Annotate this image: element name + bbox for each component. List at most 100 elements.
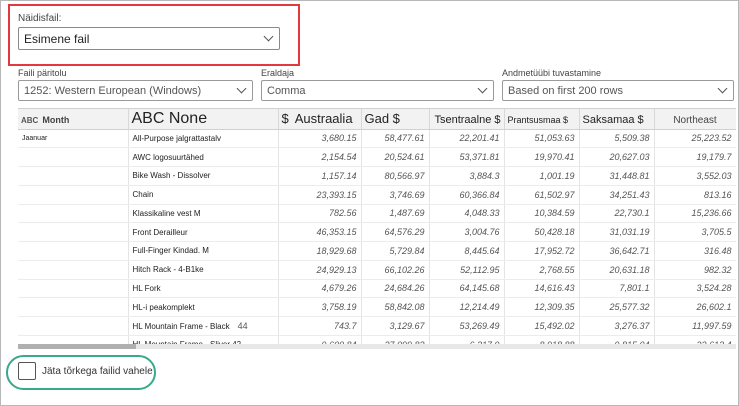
cell-value: 18,929.68 (278, 241, 362, 261)
cell-value: 37,099.83 (361, 335, 430, 344)
table-row: HL Fork 4,679.26 24,684.26 64,145.68 14,616.… (18, 279, 736, 299)
column-header-australia[interactable]: $ Austraalia (278, 109, 362, 130)
column-header-gad[interactable]: Gad $ (361, 109, 430, 130)
delimiter-dropdown[interactable]: Comma (261, 80, 494, 101)
cell-value: 12,309.35 (504, 297, 580, 317)
chevron-down-icon (717, 83, 728, 94)
cell-value: 3,004.76 (429, 222, 505, 242)
column-header-france[interactable]: Prantsusmaa $ (504, 109, 580, 130)
file-origin-label: Faili päritolu (18, 68, 67, 78)
cell-product: All-Purpose jalgrattastalv (128, 129, 279, 149)
skip-errors-checkbox[interactable] (18, 362, 36, 380)
cell-value: 3,129.67 (361, 316, 430, 336)
cell-value: 19,179.7 (654, 147, 736, 167)
cell-month (18, 316, 129, 336)
cell-value: 26,602.1 (654, 297, 736, 317)
cell-product: Front Derailleur (128, 222, 279, 242)
cell-value: 36,642.71 (579, 241, 655, 261)
column-header-none[interactable]: ABC None (128, 109, 279, 130)
cell-value: 782.56 (278, 204, 362, 224)
cell-month: Jaanuar (18, 129, 129, 149)
cell-product: Klassikaline vest M (128, 204, 279, 224)
currency-type-icon: $ (281, 110, 289, 126)
table-row: Full-Finger Kindad. M 18,929.68 5,729.84 8,… (18, 241, 736, 261)
cell-value: 31,448.81 (579, 166, 655, 186)
skip-errors-label: Jäta tõrkega failid vahele (42, 366, 153, 377)
data-preview-table[interactable]: ABC Month ABC None $ Austraalia Gad $ Tsen… (18, 108, 736, 344)
chevron-down-icon (236, 83, 247, 94)
cell-value: 14,616.43 (504, 279, 580, 299)
table-header-row: ABC Month ABC None $ Austraalia Gad $ Tsen… (18, 109, 736, 130)
chevron-down-icon (477, 83, 488, 94)
cell-month (18, 204, 129, 224)
cell-value: 20,627.03 (579, 147, 655, 167)
data-type-detection-label: Andmetüübi tuvastamine (502, 68, 602, 78)
cell-value: 34,251.43 (579, 185, 655, 205)
table-row: Front Derailleur 46,353.15 64,576.29 3,004.… (18, 222, 736, 242)
column-header-central[interactable]: Tsentraalne $ (429, 109, 505, 130)
cell-value: 2,768.55 (504, 260, 580, 280)
cell-product: HL-i peakomplekt (128, 297, 279, 317)
cell-month (18, 222, 129, 242)
delimiter-value: Comma (267, 85, 306, 97)
cell-value: 4,048.33 (429, 204, 505, 224)
file-origin-dropdown[interactable]: 1252: Western European (Windows) (18, 80, 253, 101)
horizontal-scrollbar[interactable] (18, 344, 736, 349)
cell-value: 982.32 (654, 260, 736, 280)
cell-product: Chain (128, 185, 279, 205)
cell-value: 15,236.66 (654, 204, 736, 224)
cell-value: 20,524.61 (361, 147, 430, 167)
column-header-month[interactable]: ABC Month (18, 109, 129, 130)
table-row: HL-i peakomplekt 3,758.19 58,842.08 12,214.… (18, 297, 736, 317)
cell-product: HL Mountain Frame - Black 44 (128, 316, 279, 336)
table-row: Bike Wash - Dissolver 1,157.14 80,566.97 3,… (18, 166, 736, 186)
cell-value: 7,801.1 (579, 279, 655, 299)
cell-value: 25,577.32 (579, 297, 655, 317)
cell-value: 17,952.72 (504, 241, 580, 261)
cell-product: HL Fork (128, 279, 279, 299)
file-origin-value: 1252: Western European (Windows) (24, 85, 202, 97)
cell-value: 5,509.38 (579, 129, 655, 149)
cell-value: 50,428.18 (504, 222, 580, 242)
cell-product: AWC logosuurtähed (128, 147, 279, 167)
cell-value: 22,730.1 (579, 204, 655, 224)
cell-value: 58,477.61 (361, 129, 430, 149)
scrollbar-thumb[interactable] (18, 344, 136, 349)
cell-value: 53,269.49 (429, 316, 505, 336)
cell-value: 25,223.52 (654, 129, 736, 149)
cell-month (18, 241, 129, 261)
cell-value: 12,214.49 (429, 297, 505, 317)
cell-value: 316.48 (654, 241, 736, 261)
text-type-icon: ABC (21, 115, 39, 125)
cell-value: 743.7 (278, 316, 362, 336)
cell-value: 66,102.26 (361, 260, 430, 280)
cell-value: 20,631.18 (579, 260, 655, 280)
cell-value: 61,502.97 (504, 185, 580, 205)
column-header-germany[interactable]: Saksamaa $ (579, 109, 655, 130)
cell-value: 3,758.19 (278, 297, 362, 317)
cell-value: 51,053.63 (504, 129, 580, 149)
cell-value: 1,487.69 (361, 204, 430, 224)
cell-value: 2,154.54 (278, 147, 362, 167)
cell-value: 3,680.15 (278, 129, 362, 149)
chevron-down-icon (263, 31, 274, 42)
cell-value: 10,384.59 (504, 204, 580, 224)
sample-file-label: Näidisfail: (18, 13, 62, 24)
cell-month (18, 297, 129, 317)
sample-file-dropdown[interactable]: Esimene fail (18, 27, 280, 50)
cell-month (18, 166, 129, 186)
delimiter-label: Eraldaja (261, 68, 295, 78)
column-header-northeast[interactable]: Northeast (654, 109, 736, 130)
cell-value: 64,576.29 (361, 222, 430, 242)
cell-value: 5,729.84 (361, 241, 430, 261)
cell-value: 3,705.5 (654, 222, 736, 242)
table-row: Jaanuar All-Purpose jalgrattastalv 3,680.1… (18, 129, 736, 149)
table-row: AWC logosuurtähed 2,154.54 20,524.61 53,371… (18, 147, 736, 167)
cell-product: HL Mountain Frame - Sliver 42 (128, 335, 279, 344)
cell-value: 3,552.03 (654, 166, 736, 186)
data-type-detection-dropdown[interactable]: Based on first 200 rows (502, 80, 734, 101)
table-row: HL Mountain Frame - Sliver 429,600.8437,… (18, 335, 736, 344)
cell-value: 23,613.4 (654, 335, 736, 344)
cell-value: 4,679.26 (278, 279, 362, 299)
cell-value: 3,884.3 (429, 166, 505, 186)
